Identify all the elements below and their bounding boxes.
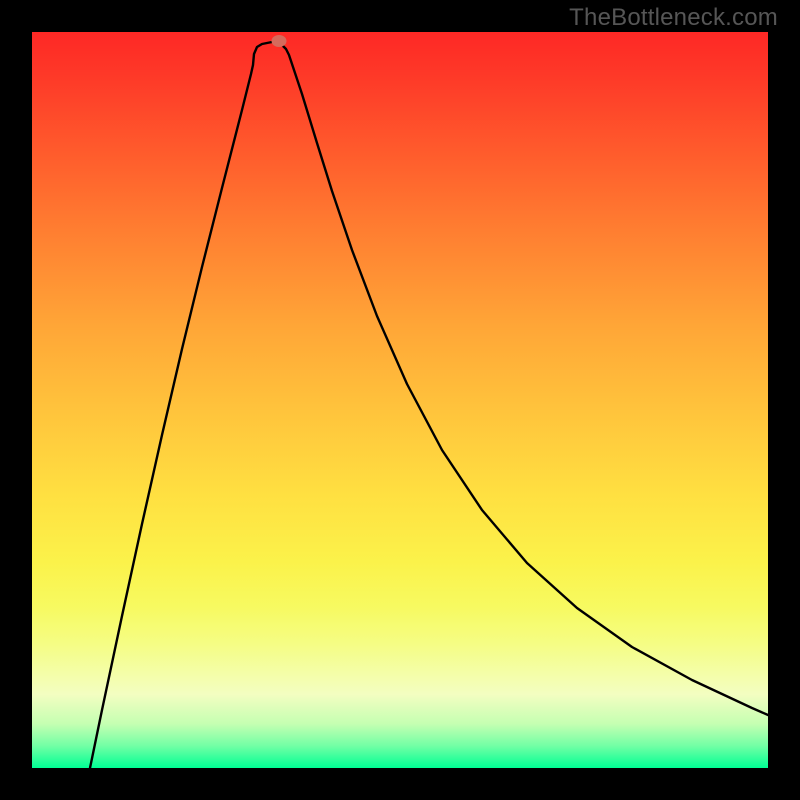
minimum-marker [272, 35, 287, 47]
watermark-text: TheBottleneck.com [569, 4, 778, 32]
curve-svg [32, 32, 768, 768]
chart-container: TheBottleneck.com [0, 0, 800, 800]
plot-area [32, 32, 768, 768]
bottleneck-curve [90, 42, 768, 768]
